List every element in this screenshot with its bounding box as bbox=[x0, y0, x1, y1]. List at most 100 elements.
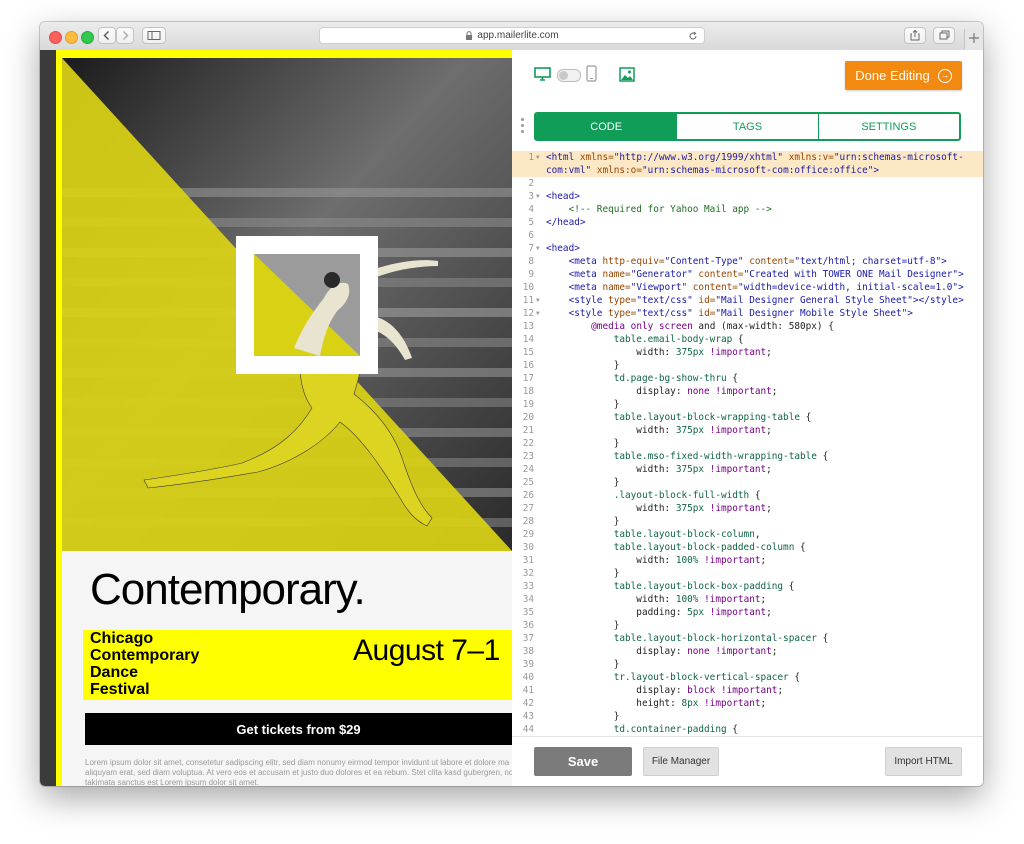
hero-image[interactable] bbox=[62, 58, 512, 551]
code-line[interactable]: 25 } bbox=[512, 476, 983, 489]
done-editing-button[interactable]: Done Editing → bbox=[845, 61, 962, 90]
sidebar-icon bbox=[147, 31, 161, 40]
code-text: td.container-padding { bbox=[613, 724, 738, 735]
code-line[interactable]: 15 width: 375px !important; bbox=[512, 346, 983, 359]
code-text: table.email-body-wrap { bbox=[613, 334, 744, 345]
save-button[interactable]: Save bbox=[534, 747, 632, 776]
code-text: width: 375px !important; bbox=[546, 464, 772, 475]
code-line[interactable]: 3 ▼ <head> bbox=[512, 190, 983, 203]
code-line[interactable]: 44 td.container-padding { bbox=[512, 723, 983, 736]
done-editing-label: Done Editing bbox=[855, 68, 930, 83]
desktop-preview-icon[interactable] bbox=[534, 67, 552, 82]
file-manager-button[interactable]: File Manager bbox=[643, 747, 719, 776]
code-line[interactable]: 26 .layout-block-full-width { bbox=[512, 489, 983, 502]
fold-arrow-icon[interactable]: ▼ bbox=[536, 294, 540, 307]
drag-handle-icon[interactable] bbox=[521, 118, 524, 136]
code-line[interactable]: 35 padding: 5px !important; bbox=[512, 606, 983, 619]
code-line[interactable]: 6 bbox=[512, 229, 983, 242]
code-line[interactable]: 19 } bbox=[512, 398, 983, 411]
code-line[interactable]: 28 } bbox=[512, 515, 983, 528]
sidebar-toggle-button[interactable] bbox=[142, 27, 166, 44]
code-line[interactable]: 31 width: 100% !important; bbox=[512, 554, 983, 567]
code-line[interactable]: 10 <meta name="Viewport" content="width=… bbox=[512, 281, 983, 294]
code-line[interactable]: 4 <!-- Required for Yahoo Mail app --> bbox=[512, 203, 983, 216]
new-tab-button[interactable] bbox=[964, 29, 983, 50]
fold-arrow-icon[interactable]: ▼ bbox=[536, 307, 540, 320]
code-line[interactable]: 41 display: block !important; bbox=[512, 684, 983, 697]
code-line[interactable]: 9 <meta name="Generator" content="Create… bbox=[512, 268, 983, 281]
code-line[interactable]: 36 } bbox=[512, 619, 983, 632]
import-html-button[interactable]: Import HTML bbox=[885, 747, 962, 776]
line-number: 23 bbox=[522, 451, 534, 462]
code-line[interactable]: 33 table.layout-block-box-padding { bbox=[512, 580, 983, 593]
code-line[interactable]: 8 <meta http-equiv="Content-Type" conten… bbox=[512, 255, 983, 268]
code-line[interactable]: 17 td.page-bg-show-thru { bbox=[512, 372, 983, 385]
code-text: tr.layout-block-vertical-spacer { bbox=[613, 672, 801, 683]
code-line[interactable]: 20 table.layout-block-wrapping-table { bbox=[512, 411, 983, 424]
chevron-right-icon bbox=[123, 31, 129, 40]
festival-dates[interactable]: August 7–1 bbox=[353, 634, 500, 668]
code-line[interactable]: 14 table.email-body-wrap { bbox=[512, 333, 983, 346]
get-tickets-button[interactable]: Get tickets from $29 bbox=[85, 713, 512, 745]
tab-settings[interactable]: SETTINGS bbox=[817, 114, 959, 139]
code-line[interactable]: 37 table.layout-block-horizontal-spacer … bbox=[512, 632, 983, 645]
code-editor[interactable]: 1 ▼ <html xmlns="http://www.w3.org/1999/xh… bbox=[512, 151, 983, 736]
tab-code[interactable]: CODE bbox=[536, 114, 677, 139]
code-line[interactable]: 1 ▼ <html xmlns="http://www.w3.org/1999/xh… bbox=[512, 151, 983, 164]
line-number: 35 bbox=[522, 607, 534, 618]
code-text: width: 100% !important; bbox=[546, 555, 767, 566]
code-line[interactable]: 24 width: 375px !important; bbox=[512, 463, 983, 476]
code-text: } bbox=[546, 568, 620, 579]
code-line[interactable]: 22 } bbox=[512, 437, 983, 450]
code-line[interactable]: 30 table.layout-block-padded-column { bbox=[512, 541, 983, 554]
code-line[interactable]: com:vml" xmlns:o="urn:schemas-microsoft-… bbox=[512, 164, 983, 177]
editor-toolbar: Done Editing → bbox=[512, 50, 983, 100]
code-line[interactable]: 40 tr.layout-block-vertical-spacer { bbox=[512, 671, 983, 684]
zoom-window-button[interactable] bbox=[81, 31, 94, 44]
line-number: 8 bbox=[528, 256, 534, 267]
code-line[interactable]: 2 bbox=[512, 177, 983, 190]
close-window-button[interactable] bbox=[49, 31, 62, 44]
code-line[interactable]: 32 } bbox=[512, 567, 983, 580]
code-line[interactable]: 7 ▼ <head> bbox=[512, 242, 983, 255]
code-line[interactable]: 5 </head> bbox=[512, 216, 983, 229]
editor-footer: Save File Manager Import HTML bbox=[512, 736, 983, 786]
code-line[interactable]: 12 ▼ <style type="text/css" id="Mail Desi… bbox=[512, 307, 983, 320]
line-number: 38 bbox=[522, 646, 534, 657]
code-line[interactable]: 34 width: 100% !important; bbox=[512, 593, 983, 606]
fold-arrow-icon[interactable]: ▼ bbox=[536, 242, 540, 255]
preview-mode-toggle[interactable] bbox=[557, 69, 581, 82]
code-line[interactable]: 29 table.layout-block-column, bbox=[512, 528, 983, 541]
festival-name[interactable]: Chicago Contemporary Dance Festival bbox=[90, 630, 199, 698]
email-headline[interactable]: Contemporary. bbox=[90, 565, 366, 615]
fold-arrow-icon[interactable]: ▼ bbox=[536, 190, 540, 203]
forward-button[interactable] bbox=[116, 27, 134, 44]
code-line[interactable]: 16 } bbox=[512, 359, 983, 372]
code-line[interactable]: 21 width: 375px !important; bbox=[512, 424, 983, 437]
mobile-preview-icon[interactable] bbox=[586, 65, 597, 82]
email-preview[interactable]: Contemporary. Chicago Contemporary Dance… bbox=[56, 50, 512, 786]
tabs-overview-button[interactable] bbox=[933, 27, 955, 44]
code-line[interactable]: 42 height: 8px !important; bbox=[512, 697, 983, 710]
email-body-text[interactable]: Lorem ipsum dolor sit amet, consetetur s… bbox=[85, 758, 512, 786]
lock-icon bbox=[466, 31, 473, 40]
back-button[interactable] bbox=[98, 27, 116, 44]
tab-tags[interactable]: TAGS bbox=[676, 114, 817, 139]
line-number: 24 bbox=[522, 464, 534, 475]
minimize-window-button[interactable] bbox=[65, 31, 78, 44]
code-line[interactable]: 39 } bbox=[512, 658, 983, 671]
fold-arrow-icon[interactable]: ▼ bbox=[536, 151, 540, 164]
code-line[interactable]: 11 ▼ <style type="text/css" id="Mail Desi… bbox=[512, 294, 983, 307]
code-line[interactable]: 13 @media only screen and (max-width: 58… bbox=[512, 320, 983, 333]
code-line[interactable]: 38 display: none !important; bbox=[512, 645, 983, 658]
code-line[interactable]: 23 table.mso-fixed-width-wrapping-table … bbox=[512, 450, 983, 463]
share-button[interactable] bbox=[904, 27, 926, 44]
code-line[interactable]: 18 display: none !important; bbox=[512, 385, 983, 398]
address-bar[interactable]: app.mailerlite.com bbox=[319, 27, 705, 44]
image-icon[interactable] bbox=[619, 67, 635, 82]
code-line[interactable]: 43 } bbox=[512, 710, 983, 723]
code-line[interactable]: 27 width: 375px !important; bbox=[512, 502, 983, 515]
email-body: Contemporary. Chicago Contemporary Dance… bbox=[62, 551, 512, 786]
reload-icon[interactable] bbox=[688, 31, 698, 41]
code-text: } bbox=[546, 399, 620, 410]
